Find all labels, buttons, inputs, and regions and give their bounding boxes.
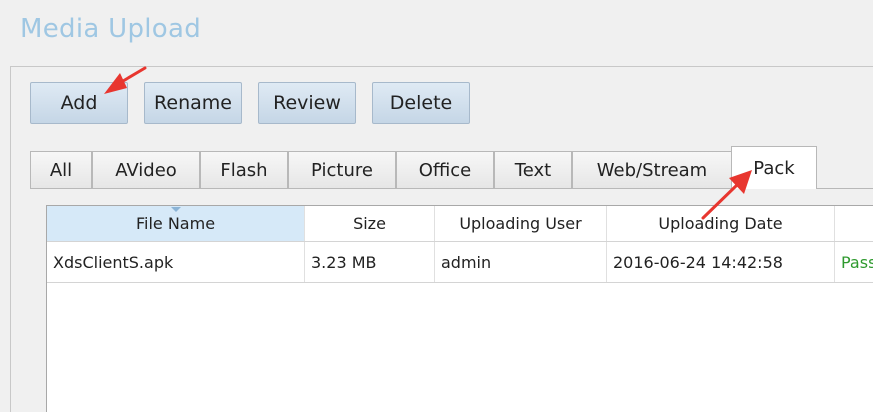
tab-picture[interactable]: Picture <box>288 151 396 188</box>
media-upload-window: Media Upload Add Rename Review Delete Al… <box>0 0 873 412</box>
tab-avideo[interactable]: AVideo <box>92 151 200 188</box>
tab-flash[interactable]: Flash <box>200 151 288 188</box>
column-header-label: File Name <box>135 214 216 233</box>
tab-pack[interactable]: Pack <box>731 146 817 189</box>
cell-uploading-date: 2016-06-24 14:42:58 <box>607 242 835 282</box>
cell-uploading-user: admin <box>435 242 607 282</box>
file-table: File Name Size Uploading User Uploading … <box>46 205 873 412</box>
table-header: File Name Size Uploading User Uploading … <box>47 206 873 242</box>
table-row[interactable]: XdsClientS.apk 3.23 MB admin 2016-06-24 … <box>47 242 873 283</box>
column-header-status[interactable] <box>835 206 873 241</box>
cell-size: 3.23 MB <box>305 242 435 282</box>
tab-text[interactable]: Text <box>494 151 572 188</box>
sort-indicator-icon <box>170 207 181 212</box>
column-header-uploading-user[interactable]: Uploading User <box>435 206 607 241</box>
tab-web-stream[interactable]: Web/Stream <box>572 151 732 188</box>
add-button[interactable]: Add <box>30 82 128 124</box>
column-header-uploading-date[interactable]: Uploading Date <box>607 206 835 241</box>
delete-button[interactable]: Delete <box>372 82 470 124</box>
tab-office[interactable]: Office <box>396 151 494 188</box>
review-button[interactable]: Review <box>258 82 356 124</box>
rename-button[interactable]: Rename <box>144 82 242 124</box>
cell-file-name: XdsClientS.apk <box>47 242 305 282</box>
column-header-file-name[interactable]: File Name <box>47 206 305 241</box>
tab-all[interactable]: All <box>30 151 92 188</box>
cell-status: Pass <box>841 252 873 272</box>
page-title: Media Upload <box>20 14 202 44</box>
column-header-size[interactable]: Size <box>305 206 435 241</box>
